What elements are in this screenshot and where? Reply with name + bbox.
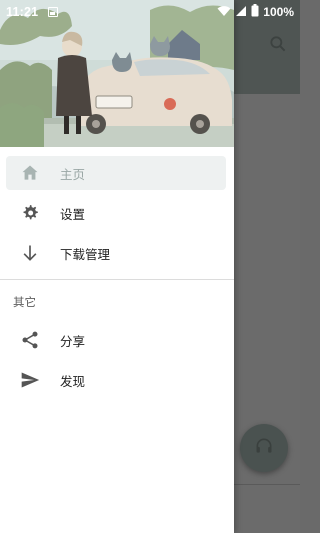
nav-item-discover[interactable]: 发现 bbox=[6, 363, 226, 397]
wifi-icon bbox=[217, 5, 231, 20]
drawer-divider bbox=[0, 279, 234, 280]
signal-icon bbox=[235, 5, 247, 20]
nav-label-home: 主页 bbox=[60, 166, 86, 182]
nav-item-share[interactable]: 分享 bbox=[6, 323, 226, 357]
navigation-drawer: 主页 设置 下载管理 其它 分享 发现 bbox=[0, 0, 234, 533]
status-bar: 11:21 100% bbox=[0, 0, 300, 24]
send-icon bbox=[18, 368, 42, 392]
nav-label-settings: 设置 bbox=[60, 206, 86, 222]
nav-label-share: 分享 bbox=[60, 333, 86, 349]
nav-label-discover: 发现 bbox=[60, 373, 86, 389]
nav-item-settings[interactable]: 设置 bbox=[6, 196, 226, 230]
status-time: 11:21 bbox=[6, 5, 39, 19]
app-divider bbox=[234, 484, 300, 485]
download-arrow-icon bbox=[18, 241, 42, 265]
home-icon bbox=[18, 161, 42, 185]
gear-icon bbox=[18, 201, 42, 225]
nav-item-home[interactable]: 主页 bbox=[6, 156, 226, 190]
headphones-icon bbox=[254, 436, 274, 460]
image-notification-icon bbox=[48, 7, 59, 17]
nav-item-downloads[interactable]: 下载管理 bbox=[6, 236, 226, 270]
battery-percentage: 100% bbox=[263, 5, 294, 19]
headphones-fab-button[interactable] bbox=[240, 424, 288, 472]
share-icon bbox=[18, 328, 42, 352]
nav-label-downloads: 下载管理 bbox=[60, 246, 111, 262]
battery-icon bbox=[251, 4, 259, 20]
search-icon[interactable] bbox=[268, 34, 288, 54]
section-title-other: 其它 bbox=[13, 295, 36, 309]
